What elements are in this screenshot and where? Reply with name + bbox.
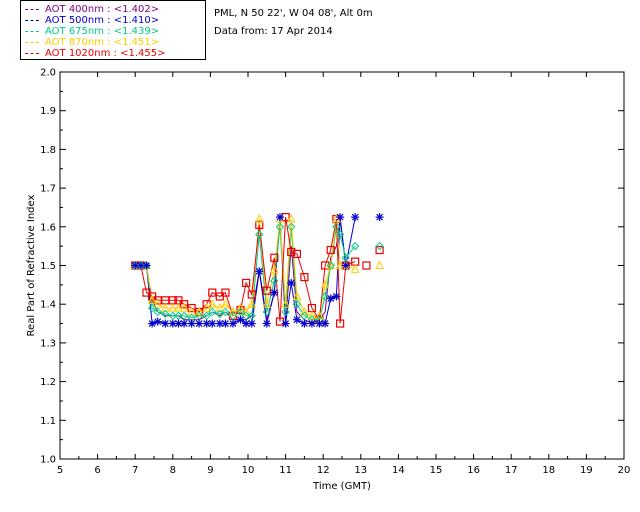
legend-label: AOT 870nm : <1.451> bbox=[45, 37, 160, 48]
x-tick-label: 17 bbox=[505, 465, 518, 476]
series-line bbox=[135, 225, 356, 321]
y-axis-label: Real Part of Refractive Index bbox=[26, 194, 37, 336]
data-point-star bbox=[262, 319, 271, 328]
x-tick-label: 15 bbox=[430, 465, 443, 476]
data-point-square bbox=[362, 261, 371, 270]
x-tick-label: 16 bbox=[467, 465, 480, 476]
x-tick-label: 9 bbox=[207, 465, 213, 476]
y-tick-label: 1.5 bbox=[40, 261, 56, 272]
x-tick-label: 7 bbox=[132, 465, 138, 476]
data-point-star bbox=[281, 319, 290, 328]
x-tick-label: 11 bbox=[279, 465, 292, 476]
data-point-star bbox=[221, 319, 230, 328]
data-point-star bbox=[142, 261, 151, 270]
data-point-star bbox=[300, 319, 309, 328]
data-point-star bbox=[336, 213, 345, 222]
y-tick-label: 1.8 bbox=[40, 145, 56, 156]
x-tick-label: 18 bbox=[542, 465, 555, 476]
x-tick-label: 12 bbox=[317, 465, 330, 476]
x-tick-label: 10 bbox=[242, 465, 255, 476]
data-point-star bbox=[351, 213, 360, 222]
legend-swatch bbox=[25, 30, 39, 32]
legend: AOT 400nm : <1.402> AOT 500nm : <1.410> AO… bbox=[20, 0, 206, 60]
y-tick-label: 1.7 bbox=[40, 184, 56, 195]
legend-swatch bbox=[25, 8, 39, 10]
data-point-star bbox=[321, 319, 330, 328]
legend-label: AOT 400nm : <1.402> bbox=[45, 4, 160, 15]
y-tick-label: 1.9 bbox=[40, 106, 56, 117]
data-point-star bbox=[326, 294, 335, 303]
data-point-star bbox=[307, 319, 316, 328]
legend-label: AOT 500nm : <1.410> bbox=[45, 15, 160, 26]
legend-swatch bbox=[25, 19, 39, 21]
y-tick-label: 1.0 bbox=[40, 455, 56, 466]
data-point-star bbox=[161, 319, 170, 328]
x-axis-label: Time (GMT) bbox=[312, 481, 371, 492]
data-point-star bbox=[195, 319, 204, 328]
data-point-star bbox=[236, 315, 245, 324]
legend-label: AOT 675nm : <1.439> bbox=[45, 26, 160, 37]
chart: 5 6 7 8 9 10 11 12 13 14 15 16 17 18 19 20 1.0 1.1 1.2 1.3 1… bbox=[26, 68, 631, 493]
data-point-star bbox=[270, 288, 279, 297]
data-point-star bbox=[255, 267, 264, 276]
site-annotation: PML, N 50 22', W 04 08', Alt 0m bbox=[214, 8, 373, 19]
x-tick-label: 5 bbox=[57, 465, 63, 476]
y-tick-label: 1.1 bbox=[40, 416, 56, 427]
data-point-star bbox=[247, 319, 256, 328]
x-tick-label: 6 bbox=[94, 465, 100, 476]
data-point-star bbox=[375, 213, 384, 222]
legend-label: AOT 1020nm : <1.455> bbox=[45, 48, 166, 59]
data-point-star bbox=[287, 278, 296, 287]
data-point-star bbox=[228, 319, 237, 328]
y-tick-label: 1.2 bbox=[40, 377, 56, 388]
y-tick-label: 1.6 bbox=[40, 222, 56, 233]
x-tick-label: 19 bbox=[580, 465, 593, 476]
date-annotation: Data from: 17 Apr 2014 bbox=[214, 26, 333, 37]
x-tick-label: 13 bbox=[354, 465, 367, 476]
data-point-star bbox=[275, 213, 284, 222]
data-point-triangle bbox=[375, 260, 384, 269]
legend-swatch bbox=[25, 41, 39, 43]
data-point-star bbox=[148, 319, 157, 328]
y-tick-label: 2.0 bbox=[40, 68, 56, 79]
x-tick-label: 14 bbox=[392, 465, 405, 476]
data-point-star bbox=[208, 319, 217, 328]
data-point-star bbox=[187, 319, 196, 328]
y-tick-label: 1.4 bbox=[40, 300, 56, 311]
data-point-star bbox=[180, 319, 189, 328]
legend-swatch bbox=[25, 52, 39, 54]
data-point-star bbox=[332, 292, 341, 301]
legend-item: AOT 1020nm : <1.455> bbox=[25, 48, 165, 60]
data-point-star bbox=[153, 317, 162, 326]
data-point-star bbox=[292, 315, 301, 324]
x-tick-label: 8 bbox=[170, 465, 176, 476]
y-tick-label: 1.3 bbox=[40, 338, 56, 349]
x-tick-label: 20 bbox=[618, 465, 631, 476]
data-point-star bbox=[341, 261, 350, 270]
